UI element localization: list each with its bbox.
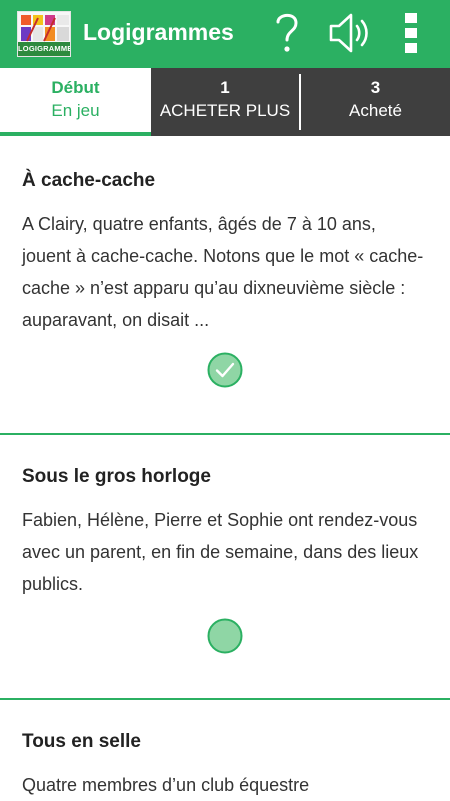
tab-achete[interactable]: 3 Acheté [301, 68, 450, 136]
puzzle-card[interactable]: Sous le gros horloge Fabien, Hélène, Pie… [0, 466, 450, 600]
tab-label: En jeu [51, 101, 100, 120]
tab-bar: Début En jeu 1 ACHETER PLUS 3 Acheté [0, 68, 450, 136]
overflow-menu-icon[interactable] [399, 10, 423, 56]
puzzle-title: Sous le gros horloge [22, 466, 211, 487]
puzzle-description: Fabien, Hélène, Pierre et Sophie ont ren… [22, 510, 419, 594]
puzzle-card[interactable]: À cache-cache A Clairy, quatre enfants, … [0, 170, 450, 336]
puzzle-title: À cache-cache [22, 170, 156, 191]
logo-grid-icon [18, 12, 70, 44]
speaker-icon[interactable] [327, 10, 373, 56]
tab-count: 3 [370, 78, 381, 97]
tab-count: Début [51, 78, 100, 97]
app-bar: LOGIGRAMMES Logigrammes [0, 0, 450, 68]
logo-text: LOGIGRAMMES [18, 42, 70, 56]
completed-check-icon [207, 352, 243, 388]
tab-acheter-plus[interactable]: 1 ACHETER PLUS [151, 68, 299, 136]
help-icon[interactable] [270, 10, 304, 56]
puzzle-card[interactable]: Tous en selle Quatre membres d’un club é… [0, 731, 450, 801]
puzzle-title: Tous en selle [22, 731, 141, 752]
tab-label: Acheté [349, 101, 402, 120]
status-circle-icon [207, 618, 243, 654]
puzzle-description: Quatre membres d’un club équestre [22, 775, 310, 795]
divider [0, 698, 450, 700]
puzzle-description: A Clairy, quatre enfants, âgés de 7 à 10… [22, 214, 424, 330]
app-logo: LOGIGRAMMES [17, 11, 71, 57]
tab-divider [299, 68, 301, 136]
app-title: Logigrammes [83, 19, 234, 45]
tab-count: 1 [220, 78, 230, 97]
tab-en-jeu[interactable]: Début En jeu [0, 68, 151, 136]
tab-label: ACHETER PLUS [159, 101, 291, 120]
divider [0, 433, 450, 435]
